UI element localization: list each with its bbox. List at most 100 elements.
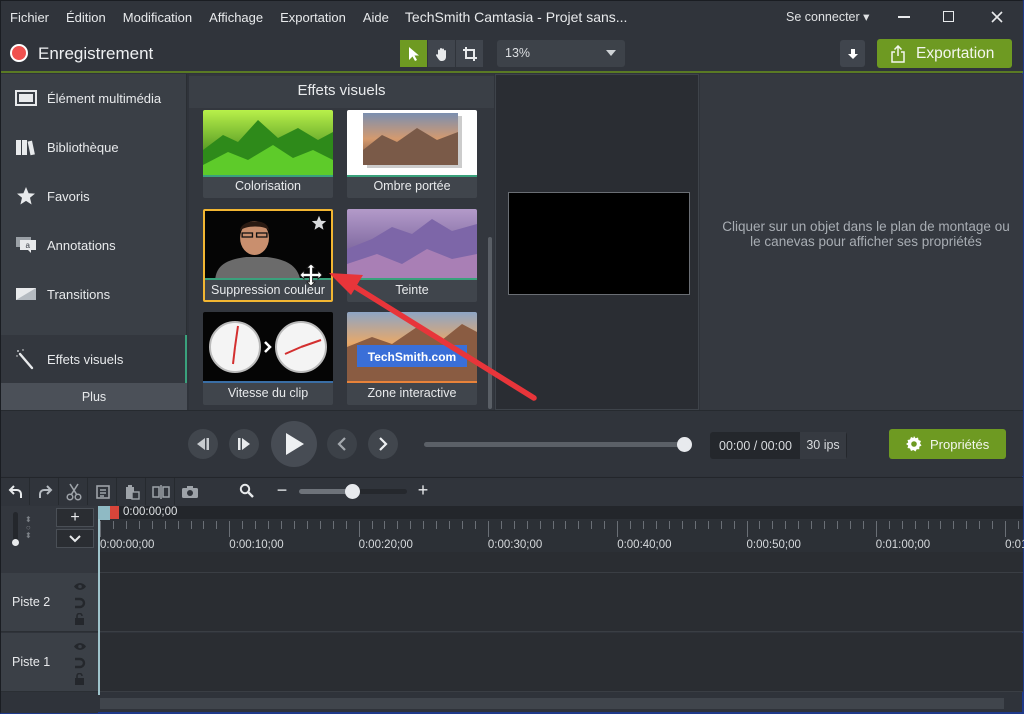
track-height-handle[interactable] xyxy=(12,539,19,546)
timecode-value: 00:00 / 00:00 xyxy=(719,439,792,453)
hand-icon xyxy=(435,47,446,61)
step-forward-button[interactable] xyxy=(229,429,259,459)
effect-tile-suppression-couleur[interactable]: Suppression couleur xyxy=(203,209,333,302)
ruler-minor-tick xyxy=(888,521,890,529)
undo-button[interactable] xyxy=(2,478,30,505)
paste-button[interactable] xyxy=(118,478,146,505)
playback-scrubber[interactable] xyxy=(424,442,684,447)
menu-exportation[interactable]: Exportation xyxy=(271,10,354,25)
effects-scrollbar[interactable] xyxy=(488,237,492,409)
sign-in-dropdown[interactable]: Se connecter ▾ xyxy=(786,9,869,24)
track-header-piste-2[interactable]: Piste 2 xyxy=(1,573,98,632)
svg-text:a: a xyxy=(26,241,31,250)
split-button[interactable] xyxy=(147,478,175,505)
sidebar-item-annotations[interactable]: a Annotations xyxy=(1,221,187,269)
menu-affichage[interactable]: Affichage xyxy=(200,10,271,25)
record-button[interactable]: Enregistrement xyxy=(38,44,153,64)
play-button[interactable] xyxy=(271,421,317,467)
ruler-minor-tick xyxy=(927,521,929,529)
track-lane-piste-1[interactable] xyxy=(100,633,1023,692)
playhead-out-marker[interactable] xyxy=(110,506,119,519)
pointer-tool-button[interactable] xyxy=(400,40,427,67)
minimize-button[interactable] xyxy=(892,6,916,28)
timeline-zoom-out-button[interactable]: − xyxy=(273,480,291,500)
export-button[interactable]: Exportation xyxy=(877,39,1012,68)
ruler-minor-tick xyxy=(707,521,709,529)
film-icon xyxy=(15,90,37,106)
ruler-label: 0:00:40;00 xyxy=(617,539,672,551)
sidebar-label: Transitions xyxy=(47,286,111,302)
hand-tool-button[interactable] xyxy=(428,40,455,67)
ruler-minor-tick xyxy=(436,521,438,529)
redo-icon xyxy=(38,484,52,498)
copy-button[interactable] xyxy=(89,478,117,505)
ruler-label: 0:00:10;00 xyxy=(229,539,284,551)
teinte-thumbnail xyxy=(347,209,477,278)
eye-icon[interactable] xyxy=(73,582,87,591)
download-button[interactable] xyxy=(840,40,865,67)
snapshot-button[interactable] xyxy=(176,478,204,505)
effect-tile-zone-interactive[interactable]: TechSmith.com Zone interactive xyxy=(347,312,477,405)
minimize-icon xyxy=(898,16,910,18)
sidebar-item-library[interactable]: Bibliothèque xyxy=(1,123,187,171)
next-marker-button[interactable] xyxy=(368,429,398,459)
ruler-minor-tick xyxy=(293,521,295,529)
eye-icon[interactable] xyxy=(73,642,87,651)
paste-icon xyxy=(125,484,140,500)
track-height-slider[interactable] xyxy=(13,512,18,542)
track-lane-piste-2[interactable] xyxy=(100,573,1023,632)
magnet-icon[interactable] xyxy=(74,657,86,669)
previous-marker-button[interactable] xyxy=(327,429,357,459)
menu-aide[interactable]: Aide xyxy=(354,10,397,25)
sidebar-more-button[interactable]: Plus xyxy=(1,383,187,410)
sidebar-item-media[interactable]: Élément multimédia xyxy=(1,74,187,122)
track-zoom-icon: ⬍ ○ ⬍ xyxy=(25,515,32,540)
ruler-minor-tick xyxy=(1018,521,1020,529)
sidebar-item-transitions[interactable]: Transitions xyxy=(1,270,187,318)
canvas-zoom-dropdown[interactable]: 13% xyxy=(497,40,625,67)
ruler-label: 0:00:00;00 xyxy=(100,539,155,551)
sidebar-item-favorites[interactable]: Favoris xyxy=(1,172,187,220)
effect-tile-colorisation[interactable]: Colorisation xyxy=(203,110,333,198)
track-header-piste-1[interactable]: Piste 1 xyxy=(1,633,98,692)
menu-modification[interactable]: Modification xyxy=(114,10,200,25)
crop-tool-button[interactable] xyxy=(456,40,483,67)
ruler-minor-tick xyxy=(940,521,942,529)
timeline-horizontal-scrollbar[interactable] xyxy=(100,698,1004,709)
step-back-button[interactable] xyxy=(188,429,218,459)
chevron-down-icon xyxy=(606,50,616,56)
chevron-down-icon xyxy=(69,535,81,543)
effect-tile-vitesse-du-clip[interactable]: Vitesse du clip xyxy=(203,312,333,405)
record-icon[interactable] xyxy=(10,44,28,62)
menu-fichier[interactable]: Fichier xyxy=(1,10,57,25)
minus-icon: − xyxy=(276,480,288,500)
lock-icon[interactable] xyxy=(74,613,85,625)
timeline-zoom-handle[interactable] xyxy=(345,484,360,499)
canvas-preview[interactable] xyxy=(508,192,690,295)
timeline-zoom-in-button[interactable]: + xyxy=(414,480,432,500)
ruler-minor-tick xyxy=(862,521,864,529)
move-cursor-icon xyxy=(299,263,323,287)
close-button[interactable] xyxy=(985,6,1009,28)
effect-tile-teinte[interactable]: Teinte xyxy=(347,209,477,302)
favorite-star-icon[interactable] xyxy=(311,215,327,231)
track-options-button[interactable] xyxy=(56,529,94,548)
sidebar-item-visual-effects[interactable]: Effets visuels xyxy=(1,335,187,383)
maximize-button[interactable] xyxy=(936,6,960,28)
scrubber-handle[interactable] xyxy=(677,437,692,452)
vitesse-du-clip-thumbnail xyxy=(203,312,333,381)
redo-button[interactable] xyxy=(31,478,59,505)
timeline-zoom-icon xyxy=(239,483,254,503)
lock-icon[interactable] xyxy=(74,673,85,685)
magnet-icon[interactable] xyxy=(74,597,86,609)
playhead-in-marker[interactable] xyxy=(98,506,110,520)
cut-button[interactable] xyxy=(60,478,88,505)
menu-edition[interactable]: Édition xyxy=(57,10,114,25)
properties-empty-message: Cliquer sur un objet dans le plan de mon… xyxy=(722,219,1010,249)
transition-icon xyxy=(16,288,36,300)
add-track-button[interactable]: + xyxy=(56,508,94,527)
properties-button[interactable]: Propriétés xyxy=(889,429,1006,459)
sidebar-label: Bibliothèque xyxy=(47,139,119,155)
effect-tile-ombre-portee[interactable]: Ombre portée xyxy=(347,110,477,198)
playhead-track[interactable] xyxy=(98,506,1023,519)
